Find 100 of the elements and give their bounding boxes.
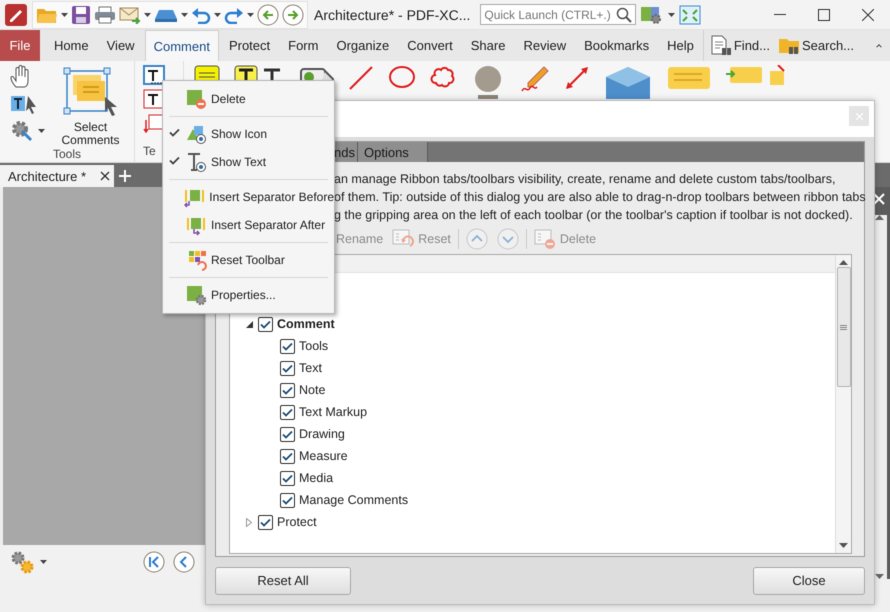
ribbon-group-label: Te — [143, 144, 156, 160]
document-tab[interactable]: Architecture * — [0, 165, 114, 187]
menu-item[interactable]: Delete — [163, 85, 334, 113]
checkbox[interactable] — [280, 492, 295, 508]
hand-icon[interactable] — [10, 65, 30, 89]
checkmark-icon — [282, 452, 293, 460]
checkmark-icon — [282, 386, 293, 394]
dialog-tab[interactable]: Options — [358, 142, 428, 162]
tree-item[interactable]: Text Markup — [299, 405, 368, 419]
caret-icon[interactable] — [38, 129, 45, 133]
gears-icon[interactable] — [10, 550, 34, 574]
ribbon-tab[interactable]: Share — [462, 30, 514, 61]
caret-icon[interactable] — [181, 12, 188, 16]
line-icon[interactable] — [348, 65, 374, 91]
caret-icon[interactable] — [61, 12, 68, 16]
pencil-icon[interactable] — [520, 65, 550, 93]
scroll-down-icon[interactable] — [874, 574, 884, 579]
text-box-icon[interactable] — [143, 89, 165, 109]
checkbox[interactable] — [280, 382, 295, 398]
previous-page-icon[interactable] — [173, 551, 195, 573]
ribbon-tab[interactable]: Comment — [144, 30, 219, 61]
gear-wrench-icon[interactable] — [10, 119, 34, 143]
checkmark-icon — [282, 474, 293, 482]
ribbon-tab[interactable]: Review — [515, 30, 574, 61]
description-text: an manage Ribbon tabs/toolbars visibility, create, rename and delete custom tabs/toolbars, — [334, 171, 836, 188]
close-icon[interactable] — [862, 8, 874, 20]
scrollbar-thumb[interactable] — [836, 267, 850, 387]
grip-icon — [840, 324, 847, 330]
ribbon-tab[interactable]: Organize — [328, 30, 398, 61]
ribbon-tab[interactable]: Home — [46, 30, 97, 61]
tree-item[interactable]: Media — [299, 471, 334, 485]
checkbox[interactable] — [258, 316, 273, 332]
tree-item[interactable]: Comment — [277, 317, 335, 331]
scroll-up-icon[interactable] — [839, 260, 848, 265]
eye-icon — [186, 124, 206, 144]
checkmark-icon — [282, 408, 293, 416]
scrollbar[interactable] — [835, 255, 851, 553]
printer-icon[interactable] — [94, 6, 116, 24]
ribbon-tab[interactable]: Protect — [220, 30, 278, 61]
ribbon-tab[interactable]: Bookmarks — [576, 30, 658, 61]
collapsed-icon[interactable] — [246, 518, 252, 526]
properties-icon — [186, 284, 206, 306]
cube-icon[interactable] — [604, 65, 652, 101]
menu-item[interactable]: Reset Toolbar — [163, 246, 334, 274]
quick-launch-field[interactable]: Quick Launch (CTRL+.) — [480, 4, 636, 25]
plus-icon[interactable] — [119, 170, 132, 182]
text-eye-icon — [186, 152, 206, 172]
document-binoculars-icon — [710, 35, 732, 56]
checkbox[interactable] — [258, 514, 273, 530]
scroll-up-icon[interactable] — [874, 215, 884, 220]
menu-item[interactable]: Insert Separator Before — [163, 183, 334, 211]
scroll-down-icon[interactable] — [839, 543, 848, 548]
expanded-icon[interactable] — [246, 320, 252, 328]
tree-item[interactable]: Note — [299, 383, 326, 397]
checkmark-icon — [260, 518, 271, 526]
caret-icon[interactable] — [214, 12, 221, 16]
tree-item[interactable]: Measure — [299, 449, 348, 463]
tree-item[interactable]: Text — [299, 361, 322, 375]
delete-icon — [186, 88, 206, 110]
checkbox[interactable] — [280, 448, 295, 464]
dialog-button[interactable]: Close — [753, 566, 865, 594]
ribbon-tool-button[interactable]: Find... — [708, 33, 772, 58]
cloud-icon[interactable] — [430, 65, 456, 89]
close-icon[interactable] — [100, 171, 110, 181]
measure-arrow-icon[interactable] — [564, 65, 590, 91]
caret-icon[interactable] — [668, 12, 676, 16]
minimize-icon[interactable] — [774, 14, 786, 16]
checkbox[interactable] — [280, 404, 295, 420]
caret-icon[interactable] — [40, 560, 47, 564]
caret-icon[interactable] — [247, 12, 254, 16]
dialog-button[interactable]: Reset All — [215, 566, 351, 594]
menu-item[interactable]: Properties... — [163, 281, 334, 309]
tree-item[interactable]: Drawing — [299, 427, 345, 441]
ribbon-tab[interactable]: Form — [280, 30, 326, 61]
checkbox[interactable] — [280, 360, 295, 376]
redo-icon[interactable] — [224, 6, 244, 24]
tree-item[interactable]: Protect — [277, 515, 317, 529]
text-box-icon[interactable] — [143, 65, 165, 85]
ribbon-tab[interactable]: File — [0, 30, 40, 61]
caret-icon[interactable] — [144, 12, 151, 16]
first-page-icon[interactable] — [143, 551, 165, 573]
circle-icon[interactable] — [388, 65, 416, 89]
ribbon-tab[interactable]: View — [98, 30, 143, 61]
collapse-ribbon-icon[interactable] — [876, 42, 882, 48]
menu-item[interactable]: Insert Separator After — [163, 211, 334, 239]
search-icon[interactable] — [616, 6, 632, 22]
tree-item[interactable]: Manage Comments — [299, 493, 408, 507]
checkbox[interactable] — [280, 338, 295, 354]
undo-icon[interactable] — [191, 6, 211, 24]
save-icon[interactable] — [71, 4, 91, 24]
app-logo-icon[interactable] — [4, 2, 28, 26]
ribbon-tab[interactable]: Help — [659, 30, 702, 61]
ribbon-tool-button[interactable]: Search... — [776, 33, 856, 58]
maximize-icon[interactable] — [818, 8, 830, 20]
ribbon-tab[interactable]: Convert — [399, 30, 461, 61]
select-comments-button[interactable]: Select Comments — [51, 65, 130, 147]
checkbox[interactable] — [280, 470, 295, 486]
tree-item[interactable]: Tools — [299, 339, 328, 353]
text-select-icon[interactable] — [10, 93, 38, 115]
checkbox[interactable] — [280, 426, 295, 442]
